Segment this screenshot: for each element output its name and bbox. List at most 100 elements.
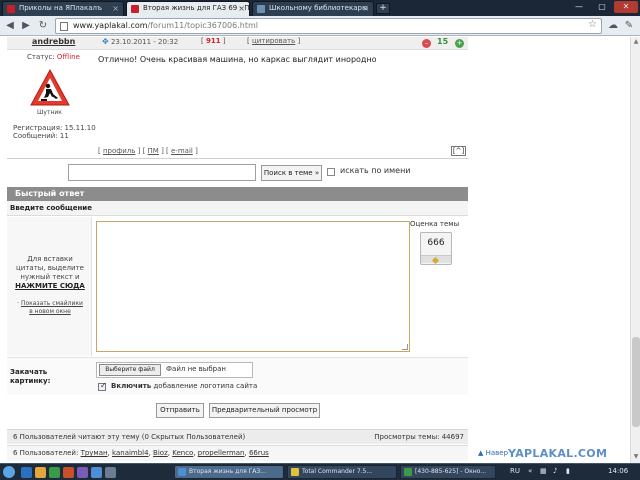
search-by-name-checkbox[interactable]: [327, 168, 335, 176]
chrome-quicklaunch-icon[interactable]: [91, 467, 102, 478]
taskbar: Вторая жизнь для ГАЗ... Total Commander …: [0, 463, 640, 480]
close-tab-icon[interactable]: ×: [362, 2, 369, 15]
choose-file-button[interactable]: Выберите файл: [99, 364, 161, 376]
quote-link[interactable]: НАЖМИТЕ СЮДА: [11, 282, 89, 291]
scrollbar-thumb[interactable]: [632, 337, 640, 427]
post-author[interactable]: andrebbn: [32, 37, 75, 46]
rate-up-button[interactable]: [421, 255, 451, 265]
post-karma: – 15 +: [419, 37, 467, 49]
quote-help: Для вставки цитаты, выделите нужный текс…: [11, 255, 89, 291]
tab-librarian[interactable]: Школьному библиотекарю ×: [252, 1, 374, 16]
user-link[interactable]: Kenco: [172, 449, 193, 457]
window-close-icon[interactable]: ✕: [614, 1, 638, 13]
search-by-name-label: искать по имени: [340, 166, 411, 175]
app-quicklaunch-icon[interactable]: [105, 467, 116, 478]
karma-minus-icon[interactable]: –: [422, 39, 431, 48]
volume-icon[interactable]: ♪: [553, 467, 557, 475]
wrench-menu-icon[interactable]: ✎: [622, 19, 636, 33]
maximize-icon[interactable]: ▢: [591, 1, 613, 13]
file-status: Файл не выбран: [166, 365, 226, 373]
language-indicator[interactable]: RU: [510, 467, 520, 475]
topic-views: Просмотры темы: 44697: [374, 433, 464, 441]
post-header: andrebbn ✥ 23.10.2011 - 20:32 [ 911 ] [ …: [7, 37, 468, 50]
taskbar-item-total-commander[interactable]: Total Commander 7.5...: [287, 465, 397, 479]
user-link[interactable]: propellerman: [198, 449, 245, 457]
post-link-icon[interactable]: ✥: [102, 37, 109, 46]
yaplakal-favicon-icon: [131, 5, 139, 13]
karma-plus-icon[interactable]: +: [455, 39, 464, 48]
preview-button[interactable]: Предварительный просмотр: [209, 403, 320, 418]
email-link[interactable]: e-mail: [171, 147, 193, 155]
topic-search-button[interactable]: Поиск в теме »: [261, 165, 322, 181]
avatar: [29, 67, 71, 109]
users-list: 6 Пользователей: Труман, kanaimbl4, Bioz…: [13, 449, 269, 457]
battery-icon[interactable]: ▮: [566, 467, 570, 475]
site-watermark: YAPLAKAL.COM: [508, 447, 608, 460]
scroll-down-icon[interactable]: ▼: [632, 453, 640, 461]
taskbar-item-remote[interactable]: [430-885-625] - Окно...: [400, 465, 496, 479]
post-number[interactable]: [ 911 ]: [201, 37, 226, 45]
address-bar[interactable]: www.yaplakal.com/forum11/topic367006.htm…: [55, 18, 602, 34]
tab-label: Приколы на ЯПлакалъ: [19, 4, 102, 12]
tab-label: Школьному библиотекарю: [269, 4, 368, 12]
file-input: Выберите файл Файл не выбран: [96, 362, 253, 378]
tab-gaz69[interactable]: Вторая жизнь для ГАЗ 69 - П ×: [126, 1, 250, 16]
topic-rating-label: Оценка темы: [410, 220, 460, 228]
send-button[interactable]: Отправить: [156, 403, 204, 418]
divider: [7, 158, 468, 159]
browser-toolbar: ◀ ▶ ↻ www.yaplakal.com/forum11/topic3670…: [0, 16, 640, 36]
network-icon[interactable]: ▦: [540, 467, 547, 475]
minimize-icon[interactable]: —: [568, 1, 590, 13]
cite-link[interactable]: [ цитировать ]: [247, 37, 300, 45]
scroll-up-icon[interactable]: ▲: [632, 38, 640, 46]
ie-quicklaunch-icon[interactable]: [21, 467, 32, 478]
roadwork-sign-icon: [30, 68, 70, 106]
scroll-top-button[interactable]: [^]: [451, 146, 466, 156]
page-viewport: andrebbn ✥ 23.10.2011 - 20:32 [ 911 ] [ …: [0, 37, 640, 463]
topic-rating-value: 666: [427, 238, 445, 248]
reply-textarea[interactable]: [96, 221, 410, 352]
avatar-caption: Шутник: [37, 109, 62, 116]
back-icon[interactable]: ◀: [3, 19, 17, 33]
resize-grip-icon[interactable]: [402, 344, 408, 350]
nav-up-link[interactable]: ▲ Навер: [478, 449, 508, 457]
clock[interactable]: 14:06: [608, 467, 628, 475]
folder-quicklaunch-icon[interactable]: [35, 467, 46, 478]
user-link[interactable]: Труман: [81, 449, 108, 457]
topic-users-bar: 6 Пользователей: Труман, kanaimbl4, Bioz…: [7, 445, 468, 461]
url-text: www.yaplakal.com/forum11/topic367006.htm…: [73, 21, 258, 30]
post-body: Отлично! Очень красивая машина, но карка…: [98, 55, 377, 64]
user-link[interactable]: kanaimbl4: [112, 449, 149, 457]
close-tab-icon[interactable]: ×: [238, 2, 245, 15]
checkmark-icon: ✓: [100, 381, 107, 390]
app-quicklaunch-icon[interactable]: [63, 467, 74, 478]
app-quicklaunch-icon[interactable]: [77, 467, 88, 478]
media-quicklaunch-icon[interactable]: [49, 467, 60, 478]
extension-cloud-icon[interactable]: ☁: [606, 19, 620, 33]
smileys-link[interactable]: · Показать смайлики в новом окне: [11, 300, 89, 316]
close-tab-icon[interactable]: ×: [112, 2, 119, 15]
topic-search-input[interactable]: [68, 164, 256, 181]
page-icon: [60, 22, 68, 31]
add-logo-label: Включить добавление логотипа сайта: [111, 382, 258, 390]
pm-link[interactable]: ПМ: [148, 147, 159, 155]
new-tab-button[interactable]: +: [376, 3, 390, 14]
topic-readers-bar: 6 Пользователей читают эту тему (0 Скрыт…: [7, 429, 468, 444]
forum-content: andrebbn ✥ 23.10.2011 - 20:32 [ 911 ] [ …: [7, 37, 468, 463]
tray-chevron-icon[interactable]: «: [528, 467, 532, 475]
add-logo-checkbox[interactable]: ✓: [98, 381, 107, 391]
reload-icon[interactable]: ↻: [36, 19, 50, 33]
page-scrollbar[interactable]: ▲ ▼: [630, 37, 640, 463]
quick-reply-header: Быстрый ответ: [7, 187, 468, 201]
tab-yaplakal[interactable]: Приколы на ЯПлакалъ ×: [2, 1, 124, 16]
user-link[interactable]: 66rus: [249, 449, 269, 457]
user-link[interactable]: Bioz: [153, 449, 168, 457]
readers-count: 6 Пользователей читают эту тему (0 Скрыт…: [13, 433, 246, 441]
bookmark-star-icon[interactable]: ☆: [588, 19, 597, 30]
taskbar-item-browser[interactable]: Вторая жизнь для ГАЗ...: [174, 465, 284, 479]
forward-icon[interactable]: ▶: [19, 19, 33, 33]
start-button[interactable]: [3, 466, 15, 478]
profile-link[interactable]: профиль: [103, 147, 135, 155]
reply-help-panel: Для вставки цитаты, выделите нужный текс…: [7, 217, 92, 356]
upload-label: Закачать картинку:: [10, 368, 51, 385]
